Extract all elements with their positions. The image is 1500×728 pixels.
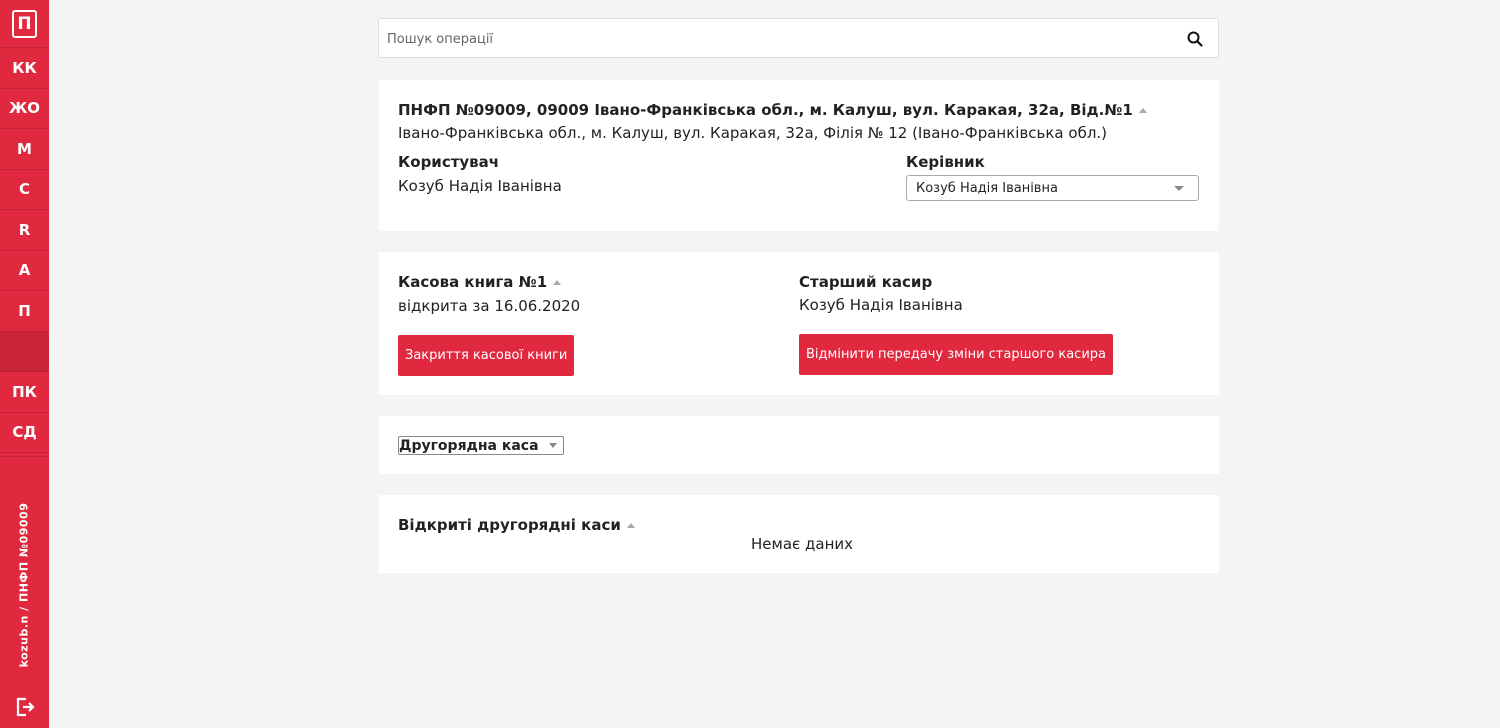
- exit-button[interactable]: [0, 686, 49, 728]
- sidebar-item-zho[interactable]: ЖО: [0, 89, 49, 129]
- sidebar-item-r[interactable]: R: [0, 210, 49, 251]
- open-secondary-card: Відкриті другорядні каси Немає даних: [379, 495, 1219, 573]
- secondary-cash-select[interactable]: Другорядна каса: [398, 436, 564, 455]
- sidebar-item-p[interactable]: П: [0, 291, 49, 332]
- manager-label: Керівник: [906, 153, 985, 171]
- sidebar-item-a[interactable]: А: [0, 251, 49, 291]
- user-label: Користувач: [398, 153, 500, 171]
- close-cashbook-button[interactable]: Закриття касової книги: [398, 335, 575, 376]
- collapse-caret-icon[interactable]: [553, 280, 562, 285]
- sidebar-item-m[interactable]: М: [0, 129, 49, 170]
- manager-select-value: Козуб Надія Іванівна: [916, 181, 1058, 196]
- collapse-caret-icon[interactable]: [626, 523, 635, 528]
- branch-title-row: ПНФП №09009, 09009 Івано-Франківська обл…: [398, 101, 1147, 119]
- logo[interactable]: П: [0, 0, 49, 48]
- search-icon[interactable]: [1186, 30, 1204, 48]
- cashbook-card: Касова книга №1 відкрита за 16.06.2020 З…: [379, 252, 1219, 395]
- sidebar: П КК ЖО М С R А П ПК СД kozub.n / ПНФП №…: [0, 0, 49, 728]
- sidebar-separator: [0, 331, 49, 372]
- secondary-cash-label: Другорядна каса: [399, 437, 539, 454]
- user-info-label: kozub.n / ПНФП №09009: [17, 502, 31, 668]
- collapse-caret-icon[interactable]: [1138, 108, 1147, 113]
- chevron-down-icon: [1174, 186, 1184, 191]
- cashbook-status: відкрита за 16.06.2020: [398, 297, 581, 315]
- search-bar: [378, 18, 1219, 58]
- senior-cashier-value: Козуб Надія Іванівна: [799, 296, 963, 314]
- empty-state: Немає даних: [751, 535, 854, 553]
- sidebar-item-sd[interactable]: СД: [0, 413, 49, 453]
- exit-icon: [16, 697, 35, 717]
- open-secondary-title-row: Відкриті другорядні каси: [398, 516, 635, 534]
- branch-card: ПНФП №09009, 09009 Івано-Франківська обл…: [379, 80, 1219, 231]
- sidebar-item-pk[interactable]: ПК: [0, 372, 49, 413]
- sidebar-item-s[interactable]: С: [0, 170, 49, 210]
- manager-select[interactable]: Козуб Надія Іванівна: [906, 175, 1199, 201]
- user-info: kozub.n / ПНФП №09009: [0, 456, 49, 686]
- senior-cashier-label: Старший касир: [799, 273, 933, 291]
- cashbook-title: Касова книга №1: [398, 273, 548, 291]
- search-input[interactable]: [387, 27, 1167, 51]
- chevron-down-icon: [548, 443, 557, 448]
- secondary-cash-card: Другорядна каса: [379, 416, 1219, 474]
- sidebar-item-kk[interactable]: КК: [0, 48, 49, 89]
- branch-title: ПНФП №09009, 09009 Івано-Франківська обл…: [398, 101, 1133, 119]
- cashbook-title-row: Касова книга №1: [398, 273, 562, 291]
- user-value: Козуб Надія Іванівна: [398, 177, 562, 195]
- cancel-shift-transfer-button[interactable]: Відмінити передачу зміни старшого касира: [799, 334, 1113, 375]
- logo-mark: П: [12, 9, 37, 38]
- branch-address: Івано-Франківська обл., м. Калуш, вул. К…: [398, 124, 1108, 142]
- open-secondary-title: Відкриті другорядні каси: [398, 516, 621, 534]
